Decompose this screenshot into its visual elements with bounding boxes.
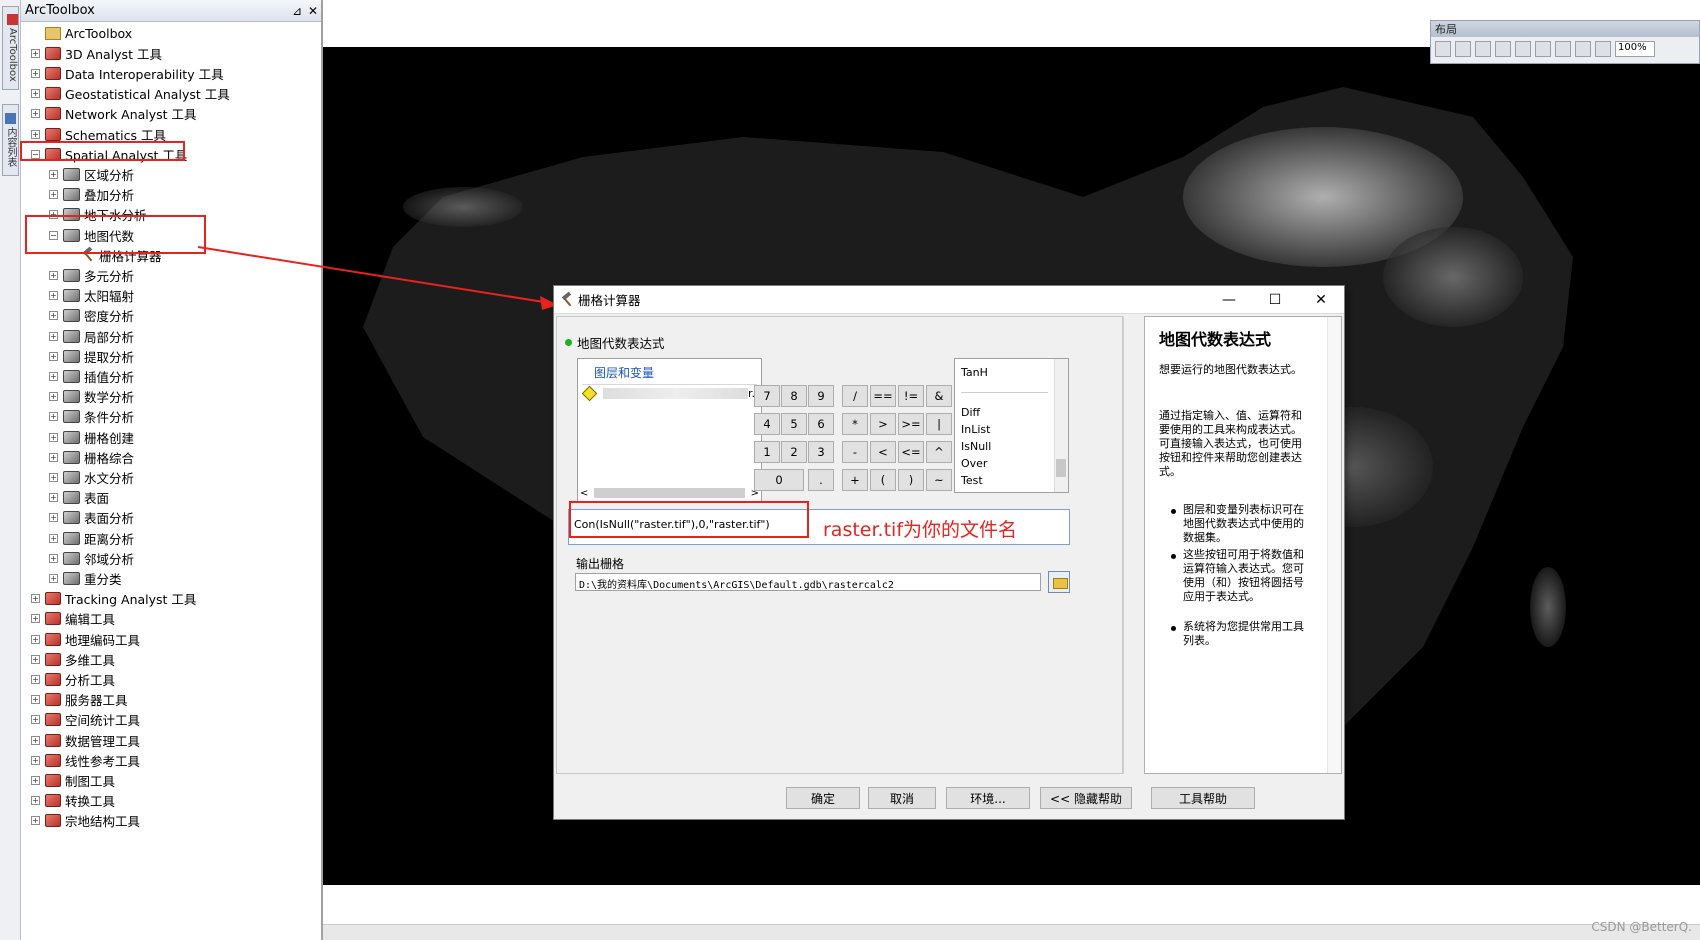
ok-button[interactable]: 确定 [786, 787, 860, 809]
close-button[interactable]: ✕ [1298, 292, 1344, 308]
key-button[interactable]: 3 [808, 441, 834, 463]
help-bullet: 图层和变量列表标识可在地图代数表达式中使用的数据集。 [1183, 503, 1304, 544]
scroll-left-icon[interactable]: < [580, 488, 588, 499]
layers-header: 图层和变量 [582, 361, 757, 385]
layers-variables-list[interactable]: 图层和变量 r.t <> [577, 358, 762, 503]
help-paragraph: 通过指定输入、值、运算符和要使用的工具来构成表达式。可直接输入表达式，也可使用按… [1159, 409, 1302, 478]
raster-calculator-dialog: 栅格计算器 — ☐ ✕ 地图代数表达式 图层和变量 r.t <> 789/==!… [553, 285, 1345, 820]
raster-layer-icon [581, 385, 598, 402]
hammer-icon [560, 293, 574, 307]
key-button[interactable]: . [808, 469, 834, 491]
minimize-button[interactable]: — [1206, 292, 1252, 308]
tool-help-button[interactable]: 工具帮助 [1151, 787, 1255, 809]
layers-hscrollbar[interactable]: < > [580, 486, 759, 500]
tools-vscrollbar[interactable] [1054, 359, 1068, 492]
key-button[interactable]: 0 [754, 469, 804, 491]
help-bullet: 这些按钮可用于将数值和运算符输入表达式。您可使用（和）按钮将圆括号应用于表达式。 [1183, 548, 1304, 603]
key-button[interactable]: 4 [754, 413, 780, 435]
key-button[interactable]: 9 [808, 385, 834, 407]
dialog-title-bar: 栅格计算器 — ☐ ✕ [554, 286, 1344, 314]
tool-item[interactable]: InList [961, 423, 990, 436]
dialog-title: 栅格计算器 [578, 293, 641, 308]
dialog-button-bar: 确定 取消 环境... << 隐藏帮助 工具帮助 [554, 777, 1344, 819]
key-button[interactable]: == [870, 385, 896, 407]
key-button[interactable]: >= [898, 413, 924, 435]
environments-button[interactable]: 环境... [946, 787, 1030, 809]
key-button[interactable]: + [842, 469, 868, 491]
params-vscrollbar[interactable] [1123, 316, 1142, 774]
key-button[interactable]: ) [898, 469, 924, 491]
tools-list[interactable]: TanH Diff InList IsNull Over Test [954, 358, 1069, 493]
key-button[interactable]: 8 [781, 385, 807, 407]
help-vscrollbar[interactable] [1327, 317, 1341, 773]
key-button[interactable]: ~ [926, 469, 952, 491]
key-button[interactable]: ^ [926, 441, 952, 463]
cancel-button[interactable]: 取消 [868, 787, 936, 809]
key-button[interactable]: 6 [808, 413, 834, 435]
layer-item[interactable]: r.t [578, 385, 761, 402]
highlight-expression [569, 501, 809, 538]
expression-section-header: 地图代数表达式 [565, 333, 665, 352]
key-button[interactable]: 1 [754, 441, 780, 463]
tool-item[interactable]: Over [961, 457, 987, 470]
key-button[interactable]: ( [870, 469, 896, 491]
key-button[interactable]: - [842, 441, 868, 463]
output-raster-input[interactable]: D:\我的资料库\Documents\ArcGIS\Default.gdb\ra… [575, 573, 1041, 591]
required-dot-icon [565, 339, 572, 346]
key-button[interactable]: > [870, 413, 896, 435]
tool-item[interactable]: Diff [961, 406, 980, 419]
tool-item[interactable]: IsNull [961, 440, 991, 453]
key-button[interactable]: | [926, 413, 952, 435]
tool-item[interactable]: Test [961, 474, 983, 487]
output-raster-label: 输出栅格 [576, 557, 625, 571]
help-title: 地图代数表达式 [1159, 330, 1272, 349]
help-pane: 地图代数表达式 想要运行的地图代数表达式。 通过指定输入、值、运算符和要使用的工… [1144, 316, 1342, 774]
tool-item[interactable]: TanH [961, 366, 988, 379]
annotation-arrow [197, 246, 551, 304]
key-button[interactable]: / [842, 385, 868, 407]
key-button[interactable]: < [870, 441, 896, 463]
help-bullet: 系统将为您提供常用工具列表。 [1183, 620, 1304, 647]
key-button[interactable]: * [842, 413, 868, 435]
maximize-button[interactable]: ☐ [1252, 292, 1298, 308]
key-button[interactable]: & [926, 385, 952, 407]
parameters-pane: 地图代数表达式 图层和变量 r.t <> 789 /==!=& 456 *>>=| 12… [556, 316, 1123, 774]
key-button[interactable]: 2 [781, 441, 807, 463]
watermark: CSDN @BetterQ. [1591, 920, 1692, 934]
annotation-text: raster.tif为你的文件名 [823, 519, 1018, 541]
blurred-layer-name [603, 388, 748, 399]
key-button[interactable]: 5 [781, 413, 807, 435]
help-paragraph: 想要运行的地图代数表达式。 [1159, 363, 1302, 376]
hide-help-button[interactable]: << 隐藏帮助 [1040, 787, 1132, 809]
key-button[interactable]: != [898, 385, 924, 407]
key-button[interactable]: <= [898, 441, 924, 463]
browse-folder-button[interactable] [1048, 571, 1070, 593]
key-button[interactable]: 7 [754, 385, 780, 407]
